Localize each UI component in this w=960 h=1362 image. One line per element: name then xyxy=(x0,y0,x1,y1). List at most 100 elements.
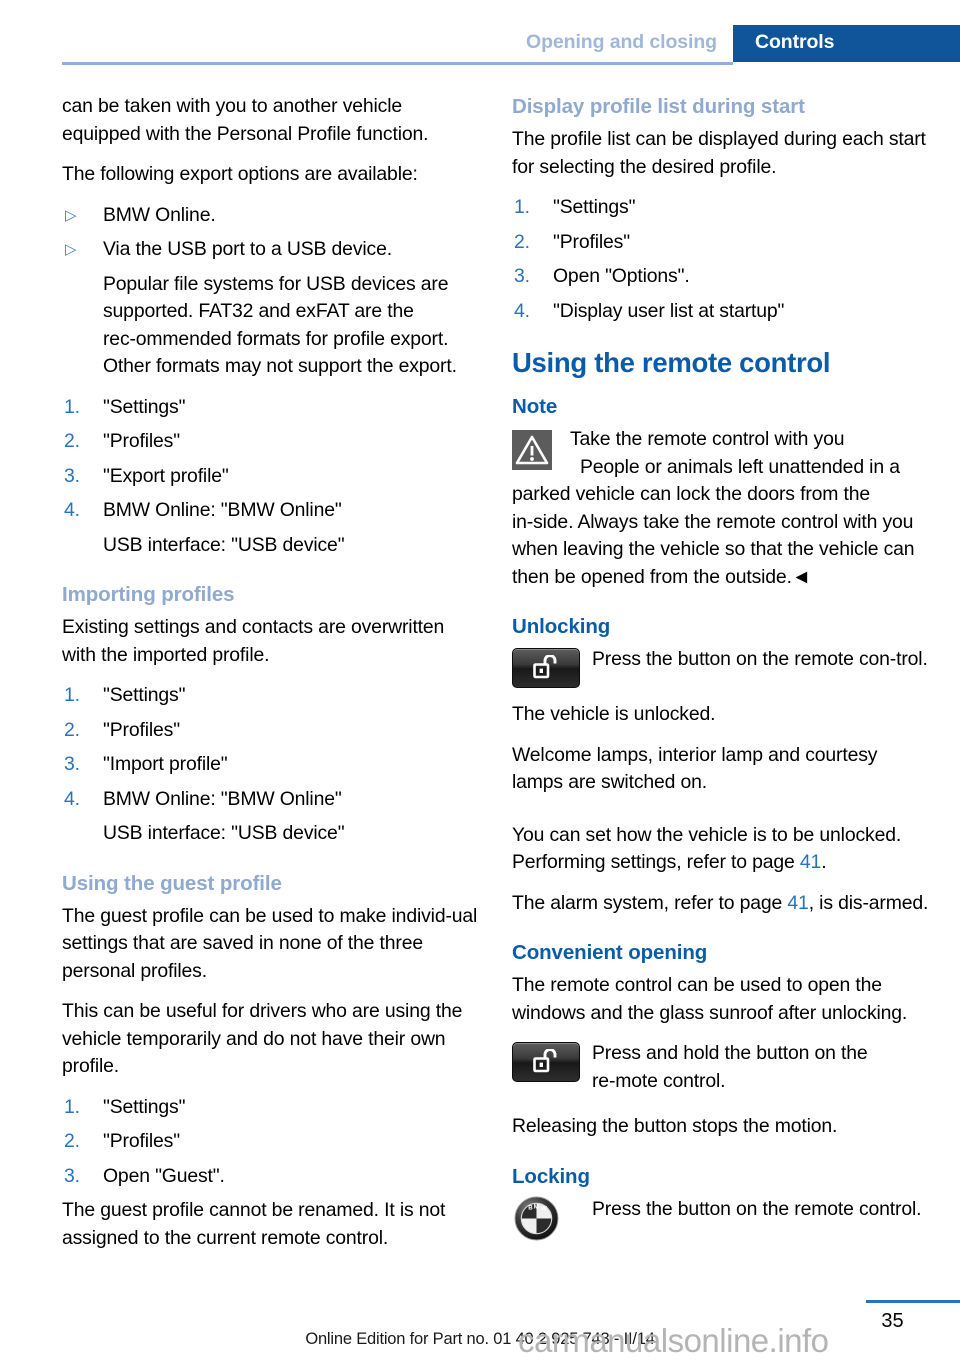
footer-divider xyxy=(866,1300,960,1303)
header-divider xyxy=(62,62,733,65)
list-item: 2. "Profiles" xyxy=(62,428,480,456)
step-label: Open "Guest". xyxy=(103,1164,225,1187)
guest-steps-list: 1. "Settings" 2. "Profiles" 3. Open "Gue… xyxy=(62,1094,480,1191)
header-chapter-label: Controls xyxy=(755,31,835,53)
step-number: 2. xyxy=(64,430,80,452)
step-number: 2. xyxy=(64,718,80,741)
list-item: 1. "Settings" xyxy=(62,394,480,422)
svg-text:M: M xyxy=(534,1203,539,1210)
export-options-intro: The following export options are availab… xyxy=(62,163,418,185)
list-item-label: BMW Online. xyxy=(103,203,216,226)
note-title: Take the remote control with you xyxy=(570,428,845,450)
step-label: BMW Online: "BMW Online" xyxy=(103,499,342,521)
left-column: can be taken with you to another vehicle… xyxy=(62,93,480,1265)
usb-filesystem-note: Popular file systems for USB devices are… xyxy=(103,272,457,378)
locking-instruction-row: B M W Press the button on the remote con… xyxy=(512,1196,930,1241)
step-number: 3. xyxy=(64,464,80,487)
step-number: 1. xyxy=(64,395,80,418)
right-column: Display profile list during start The pr… xyxy=(512,93,930,1251)
display-list-steps: 1. "Settings" 2. "Profiles" 3. Open "Opt… xyxy=(512,194,930,325)
list-item-label: Via the USB port to a USB device. xyxy=(103,238,392,260)
page-title: Using the remote control xyxy=(512,347,831,378)
unlocking-settings-pre: You can set how the vehicle is to be unl… xyxy=(512,823,902,874)
bmw-roundel-logo-icon: B M W xyxy=(514,1196,559,1241)
display-profile-list-heading: Display profile list during start xyxy=(512,95,805,118)
unlocking-settings-post: . xyxy=(821,851,827,873)
display-profile-list-paragraph: The profile list can be displayed during… xyxy=(512,128,926,178)
alarm-post: , is dis‑armed. xyxy=(808,891,929,914)
guest-profile-paragraph-2: This can be useful for drivers who are u… xyxy=(62,1000,463,1077)
convenient-opening-heading: Convenient opening xyxy=(512,941,708,964)
intro-paragraph: can be taken with you to another vehicle… xyxy=(62,95,429,145)
triangle-bullet-icon: ▷ xyxy=(65,206,77,224)
step-number: 4. xyxy=(514,299,530,322)
importing-profiles-paragraph: Existing settings and contacts are overw… xyxy=(62,616,445,666)
step-label: "Settings" xyxy=(103,395,186,418)
importing-profiles-heading: Importing profiles xyxy=(62,583,235,606)
list-item: 4. BMW Online: "BMW Online" xyxy=(62,497,480,525)
svg-text:W: W xyxy=(541,1205,547,1212)
list-item: 1. "Settings" xyxy=(62,682,480,710)
list-item: 3. "Import profile" xyxy=(62,751,480,779)
unlocking-instruction-text: Press the button on the remote con‑trol. xyxy=(592,648,928,670)
step-number: 3. xyxy=(64,1164,80,1187)
convenient-opening-instruction-row: Press and hold the button on the re‑mote… xyxy=(512,1040,930,1095)
convenient-opening-instruction-text: Press and hold the button on the re‑mote… xyxy=(592,1042,868,1092)
step-number: 3. xyxy=(64,753,80,775)
triangle-bullet-icon: ▷ xyxy=(65,241,77,258)
step-label: "Import profile" xyxy=(103,753,228,775)
export-steps-list: 1. "Settings" 2. "Profiles" 3. "Export p… xyxy=(62,394,480,525)
list-item: 4. "Display user list at startup" xyxy=(512,298,930,326)
step-label: "Profiles" xyxy=(553,230,630,253)
list-item: 1. "Settings" xyxy=(62,1094,480,1122)
list-item: ▷ BMW Online. xyxy=(62,202,480,230)
export-options-list: ▷ BMW Online. ▷ Via the USB port to a US… xyxy=(62,202,480,264)
convenient-release-text: Releasing the button stops the motion. xyxy=(512,1115,838,1137)
unlocking-settings-text: You can set how the vehicle is to be unl… xyxy=(512,822,930,877)
step-label: "Profiles" xyxy=(103,430,180,452)
locking-heading: Locking xyxy=(512,1164,590,1188)
list-item: 2. "Profiles" xyxy=(62,717,480,745)
page-header: Opening and closing Controls xyxy=(0,0,960,65)
step-label: "Export profile" xyxy=(103,464,229,487)
page-reference-link[interactable]: 41 xyxy=(800,851,821,873)
step-number: 3. xyxy=(514,265,530,287)
note-heading: Note xyxy=(512,395,558,418)
list-item: 1. "Settings" xyxy=(512,194,930,222)
list-item: 4. BMW Online: "BMW Online" xyxy=(62,786,480,814)
unlocking-lamps-text: Welcome lamps, interior lamp and courtes… xyxy=(512,743,878,794)
step-label: "Profiles" xyxy=(103,718,180,741)
remote-unlock-button-icon xyxy=(512,1042,580,1082)
step-label: "Display user list at startup" xyxy=(553,299,785,322)
import-step4-substep: USB interface: "USB device" xyxy=(103,822,345,844)
alarm-system-text: The alarm system, refer to page 41, is d… xyxy=(512,890,930,918)
remote-unlock-button-icon xyxy=(512,648,580,688)
svg-text:B: B xyxy=(528,1204,533,1211)
step-number: 2. xyxy=(64,1130,80,1152)
step-number: 2. xyxy=(514,230,530,253)
list-item: 2. "Profiles" xyxy=(62,1128,480,1156)
unlocking-result-text: The vehicle is unlocked. xyxy=(512,703,716,725)
step-number: 1. xyxy=(64,684,80,706)
locking-instruction-text: Press the button on the remote control. xyxy=(592,1197,922,1220)
step-label: Open "Options". xyxy=(553,265,690,287)
list-item: 3. Open "Guest". xyxy=(62,1163,480,1191)
page-reference-link[interactable]: 41 xyxy=(787,892,808,914)
list-item: 3. "Export profile" xyxy=(62,463,480,491)
convenient-opening-paragraph: The remote control can be used to open t… xyxy=(512,974,908,1024)
alarm-pre: The alarm system, refer to page xyxy=(512,891,788,914)
step-number: 1. xyxy=(64,1095,80,1118)
note-body: People or animals left unattended in a p… xyxy=(512,455,915,588)
import-steps-list: 1. "Settings" 2. "Profiles" 3. "Import p… xyxy=(62,682,480,813)
list-item: 3. Open "Options". xyxy=(512,263,930,291)
guest-profile-heading: Using the guest profile xyxy=(62,871,282,895)
footer-edition-text: Online Edition for Part no. 01 40 2 925 … xyxy=(305,1330,655,1348)
unlocking-instruction-row: Press the button on the remote con‑trol. xyxy=(512,646,930,688)
warning-note-block: Take the remote control with you People … xyxy=(512,426,930,591)
step-label: BMW Online: "BMW Online" xyxy=(103,787,342,810)
warning-triangle-icon xyxy=(512,430,552,470)
step-label: "Profiles" xyxy=(103,1130,180,1152)
step-number: 4. xyxy=(64,787,80,810)
step-label: "Settings" xyxy=(103,684,186,706)
step-label: "Settings" xyxy=(103,1095,186,1118)
